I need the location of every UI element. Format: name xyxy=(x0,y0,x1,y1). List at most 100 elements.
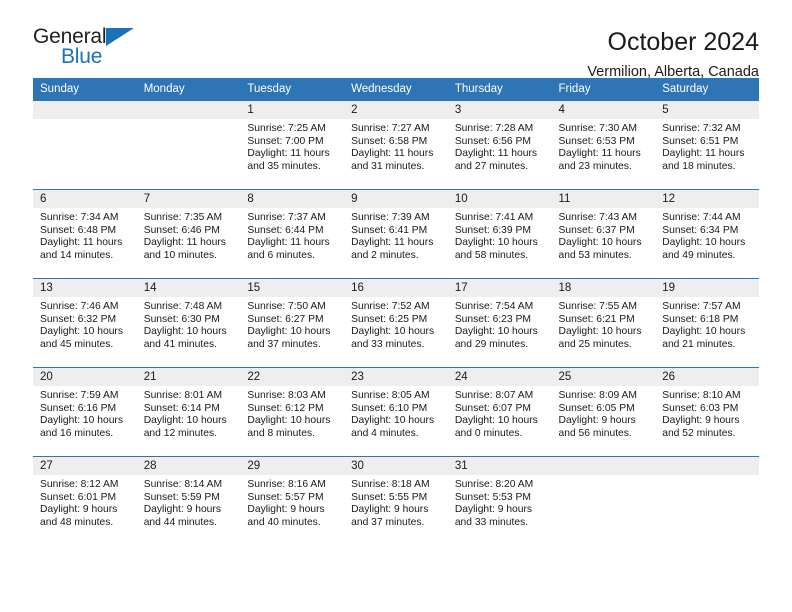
day-number: 13 xyxy=(33,279,137,297)
sunset-text: Sunset: 6:56 PM xyxy=(454,135,531,147)
daylight-text-line1: Daylight: 9 hours xyxy=(454,504,533,516)
daylight-text-line2: and 49 minutes. xyxy=(662,249,736,261)
calendar-day-cell[interactable]: 3 Sunrise: 7:28 AM Sunset: 6:56 PM Daylight… xyxy=(447,100,552,190)
sunset-text: Sunset: 6:41 PM xyxy=(351,224,428,236)
daylight-text-line2: and 29 minutes. xyxy=(454,338,529,350)
calendar-day-cell[interactable]: 7 Sunrise: 7:35 AM Sunset: 6:46 PM Daylight… xyxy=(136,189,241,279)
calendar-day-cell[interactable]: 23 Sunrise: 8:05 AM Sunset: 6:10 PM Dayligh… xyxy=(344,367,448,457)
daylight-text-line2: and 37 minutes. xyxy=(351,516,425,528)
day-cell-inner: 3 Sunrise: 7:28 AM Sunset: 6:56 PM Daylight… xyxy=(447,101,552,189)
day-cell-inner xyxy=(136,101,241,189)
daylight-text-line1: Daylight: 9 hours xyxy=(558,415,636,427)
daylight-text-line2: and 12 minutes. xyxy=(143,427,217,439)
calendar-day-cell[interactable]: 5 Sunrise: 7:32 AM Sunset: 6:51 PM Daylight… xyxy=(655,100,759,190)
sunrise-text: Sunrise: 8:18 AM xyxy=(351,479,430,490)
day-details: Sunrise: 7:44 AM Sunset: 6:34 PM Daylight:… xyxy=(655,208,759,262)
day-number: 10 xyxy=(447,190,552,208)
daylight-text-line2: and 33 minutes. xyxy=(351,338,425,350)
calendar-grid: Sunday Monday Tuesday Wednesday Thursday… xyxy=(33,78,759,545)
day-number: 14 xyxy=(136,279,241,297)
calendar-day-cell[interactable]: 1 Sunrise: 7:25 AM Sunset: 7:00 PM Daylight… xyxy=(240,100,345,190)
daylight-text-line1: Daylight: 10 hours xyxy=(351,326,435,338)
sunset-text: Sunset: 6:16 PM xyxy=(40,402,117,414)
sunset-text: Sunset: 6:14 PM xyxy=(143,402,220,414)
day-details: Sunrise: 7:46 AM Sunset: 6:32 PM Daylight:… xyxy=(33,297,137,351)
daylight-text-line1: Daylight: 11 hours xyxy=(143,237,226,249)
sunrise-text: Sunrise: 8:03 AM xyxy=(247,390,326,401)
day-number xyxy=(551,457,656,475)
calendar-day-cell[interactable]: 11 Sunrise: 7:43 AM Sunset: 6:37 PM Dayligh… xyxy=(551,189,656,279)
daylight-text-line2: and 35 minutes. xyxy=(247,160,321,172)
day-number: 18 xyxy=(551,279,656,297)
sunset-text: Sunset: 6:05 PM xyxy=(558,402,635,414)
calendar-day-cell[interactable]: 22 Sunrise: 8:03 AM Sunset: 6:12 PM Dayligh… xyxy=(240,367,345,457)
calendar-day-cell[interactable]: 15 Sunrise: 7:50 AM Sunset: 6:27 PM Dayligh… xyxy=(240,278,345,368)
weekday-header-monday: Monday xyxy=(136,78,241,101)
calendar-day-cell[interactable]: 17 Sunrise: 7:54 AM Sunset: 6:23 PM Dayligh… xyxy=(447,278,552,368)
sunrise-text: Sunrise: 7:27 AM xyxy=(351,123,430,134)
calendar-day-cell[interactable]: 25 Sunrise: 8:09 AM Sunset: 6:05 PM Dayligh… xyxy=(551,367,656,457)
sunrise-text: Sunrise: 7:39 AM xyxy=(351,212,430,223)
daylight-text-line1: Daylight: 10 hours xyxy=(662,326,746,338)
day-cell-inner: 30 Sunrise: 8:18 AM Sunset: 5:55 PM Dayligh… xyxy=(344,457,448,545)
daylight-text-line2: and 27 minutes. xyxy=(454,160,529,172)
daylight-text-line2: and 52 minutes. xyxy=(662,427,736,439)
calendar-day-cell[interactable]: 27 Sunrise: 8:12 AM Sunset: 6:01 PM Dayligh… xyxy=(33,456,137,545)
day-cell-inner: 11 Sunrise: 7:43 AM Sunset: 6:37 PM Dayligh… xyxy=(551,190,656,278)
calendar-day-cell[interactable]: 19 Sunrise: 7:57 AM Sunset: 6:18 PM Dayligh… xyxy=(655,278,759,368)
calendar-day-cell[interactable]: 28 Sunrise: 8:14 AM Sunset: 5:59 PM Dayligh… xyxy=(136,456,241,545)
sunrise-text: Sunrise: 8:14 AM xyxy=(143,479,223,490)
sunset-text: Sunset: 6:30 PM xyxy=(143,313,220,325)
calendar-day-cell[interactable]: 16 Sunrise: 7:52 AM Sunset: 6:25 PM Dayligh… xyxy=(344,278,448,368)
calendar-day-cell[interactable]: 21 Sunrise: 8:01 AM Sunset: 6:14 PM Dayligh… xyxy=(136,367,241,457)
day-cell-inner: 27 Sunrise: 8:12 AM Sunset: 6:01 PM Dayligh… xyxy=(33,457,137,545)
daylight-text-line1: Daylight: 10 hours xyxy=(558,326,642,338)
calendar-day-cell[interactable]: 26 Sunrise: 8:10 AM Sunset: 6:03 PM Dayligh… xyxy=(655,367,759,457)
calendar-day-cell[interactable]: 13 Sunrise: 7:46 AM Sunset: 6:32 PM Dayligh… xyxy=(33,278,137,368)
calendar-day-cell[interactable]: 12 Sunrise: 7:44 AM Sunset: 6:34 PM Dayligh… xyxy=(655,189,759,279)
calendar-day-cell[interactable]: 20 Sunrise: 7:59 AM Sunset: 6:16 PM Dayligh… xyxy=(33,367,137,457)
day-number: 12 xyxy=(655,190,759,208)
weekday-header-saturday: Saturday xyxy=(655,78,759,101)
calendar-day-cell[interactable]: 30 Sunrise: 8:18 AM Sunset: 5:55 PM Dayligh… xyxy=(344,456,448,545)
daylight-text-line1: Daylight: 10 hours xyxy=(40,415,123,427)
daylight-text-line2: and 45 minutes. xyxy=(40,338,114,350)
daylight-text-line1: Daylight: 11 hours xyxy=(662,148,745,160)
sunrise-text: Sunrise: 8:05 AM xyxy=(351,390,430,401)
calendar-day-cell[interactable]: 14 Sunrise: 7:48 AM Sunset: 6:30 PM Dayligh… xyxy=(136,278,241,368)
day-details: Sunrise: 7:57 AM Sunset: 6:18 PM Daylight:… xyxy=(655,297,759,351)
calendar-day-cell[interactable]: 10 Sunrise: 7:41 AM Sunset: 6:39 PM Dayligh… xyxy=(447,189,552,279)
day-number: 2 xyxy=(344,101,448,119)
calendar-day-cell[interactable]: 18 Sunrise: 7:55 AM Sunset: 6:21 PM Dayligh… xyxy=(551,278,656,368)
calendar-day-cell[interactable]: 24 Sunrise: 8:07 AM Sunset: 6:07 PM Dayligh… xyxy=(447,367,552,457)
day-details: Sunrise: 7:59 AM Sunset: 6:16 PM Daylight:… xyxy=(33,386,137,440)
day-details: Sunrise: 7:37 AM Sunset: 6:44 PM Daylight:… xyxy=(240,208,344,262)
calendar-day-cell[interactable]: 6 Sunrise: 7:34 AM Sunset: 6:48 PM Daylight… xyxy=(33,189,137,279)
calendar-day-cell[interactable]: 2 Sunrise: 7:27 AM Sunset: 6:58 PM Daylight… xyxy=(344,100,448,190)
daylight-text-line1: Daylight: 11 hours xyxy=(40,237,123,249)
daylight-text-line1: Daylight: 10 hours xyxy=(40,326,123,338)
day-number: 21 xyxy=(136,368,241,386)
sunset-text: Sunset: 5:53 PM xyxy=(454,491,531,503)
day-number xyxy=(655,457,759,475)
calendar-day-cell[interactable]: 4 Sunrise: 7:30 AM Sunset: 6:53 PM Daylight… xyxy=(551,100,656,190)
sunrise-text: Sunrise: 7:41 AM xyxy=(454,212,534,223)
calendar-day-cell[interactable]: 8 Sunrise: 7:37 AM Sunset: 6:44 PM Daylight… xyxy=(240,189,345,279)
daylight-text-line2: and 33 minutes. xyxy=(454,516,529,528)
day-details: Sunrise: 7:52 AM Sunset: 6:25 PM Daylight:… xyxy=(344,297,448,351)
sunrise-text: Sunrise: 7:55 AM xyxy=(558,301,637,312)
day-number: 8 xyxy=(240,190,345,208)
day-details: Sunrise: 8:18 AM Sunset: 5:55 PM Daylight:… xyxy=(344,475,448,529)
calendar-day-cell[interactable]: 9 Sunrise: 7:39 AM Sunset: 6:41 PM Daylight… xyxy=(344,189,448,279)
daylight-text-line2: and 18 minutes. xyxy=(662,160,736,172)
calendar-day-cell[interactable]: 31 Sunrise: 8:20 AM Sunset: 5:53 PM Dayligh… xyxy=(447,456,552,545)
calendar-page: General Blue October 2024 Vermilion, Alb… xyxy=(0,0,792,612)
title-block: October 2024 Vermilion, Alberta, Canada xyxy=(587,26,759,80)
sunrise-text: Sunrise: 7:52 AM xyxy=(351,301,430,312)
calendar-week-row: 20 Sunrise: 7:59 AM Sunset: 6:16 PM Dayligh… xyxy=(33,367,759,457)
day-cell-inner: 14 Sunrise: 7:48 AM Sunset: 6:30 PM Dayligh… xyxy=(136,279,241,367)
daylight-text-line2: and 53 minutes. xyxy=(558,249,632,261)
daylight-text-line1: Daylight: 10 hours xyxy=(454,237,538,249)
daylight-text-line2: and 14 minutes. xyxy=(40,249,114,261)
calendar-day-cell[interactable]: 29 Sunrise: 8:16 AM Sunset: 5:57 PM Dayligh… xyxy=(240,456,345,545)
